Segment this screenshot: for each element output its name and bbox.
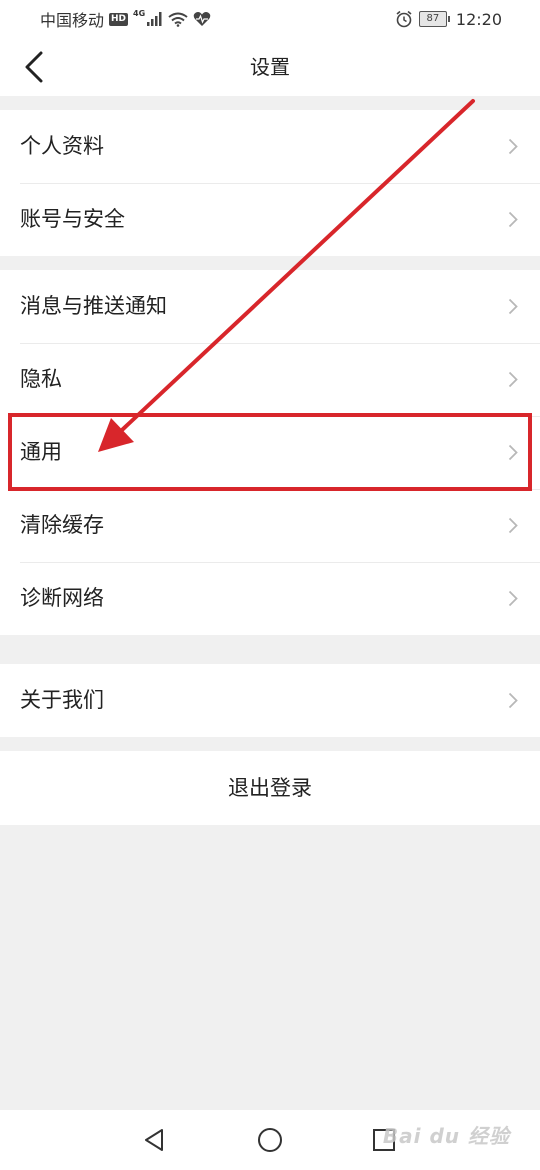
chevron-right-icon <box>508 371 518 388</box>
settings-item-diagnose-network[interactable]: 诊断网络 <box>0 562 540 635</box>
health-heart-icon <box>193 12 211 26</box>
triangle-back-icon <box>145 1129 163 1151</box>
chevron-right-icon <box>508 692 518 709</box>
settings-item-profile[interactable]: 个人资料 <box>0 110 540 183</box>
chevron-right-icon <box>508 298 518 315</box>
hd-badge: HD <box>109 12 129 26</box>
settings-item-label: 消息与推送通知 <box>20 294 167 318</box>
chevron-right-icon <box>508 211 518 228</box>
nav-home-button[interactable] <box>254 1124 286 1156</box>
settings-group-account: 个人资料 账号与安全 <box>0 110 540 256</box>
watermark: Bai du 经验 <box>382 1124 510 1148</box>
network-type: 4G <box>133 8 146 18</box>
page-title: 设置 <box>250 55 290 79</box>
chevron-right-icon <box>508 590 518 607</box>
settings-group-about: 关于我们 <box>0 664 540 737</box>
settings-item-notifications[interactable]: 消息与推送通知 <box>0 270 540 343</box>
status-left: 中国移动 HD 4G <box>40 8 211 30</box>
logout-button[interactable]: 退出登录 <box>0 751 540 825</box>
settings-item-account-security[interactable]: 账号与安全 <box>0 183 540 256</box>
circle-home-icon <box>258 1128 282 1152</box>
settings-item-label: 隐私 <box>20 367 62 391</box>
system-nav-bar: Bai du 经验 <box>0 1110 540 1170</box>
settings-item-label: 通用 <box>20 440 62 464</box>
battery-level: 87 <box>418 11 447 27</box>
battery-icon: 87 <box>418 11 450 27</box>
settings-item-label: 账号与安全 <box>20 207 125 231</box>
settings-group-general: 消息与推送通知 隐私 通用 清除缓存 诊断网络 <box>0 270 540 635</box>
status-right: 87 12:20 <box>395 8 502 30</box>
settings-item-privacy[interactable]: 隐私 <box>0 343 540 416</box>
settings-item-label: 关于我们 <box>20 688 104 712</box>
settings-item-label: 个人资料 <box>20 134 104 158</box>
settings-item-label: 清除缓存 <box>20 513 104 537</box>
alarm-clock-icon <box>396 10 412 28</box>
settings-item-about-us[interactable]: 关于我们 <box>0 664 540 737</box>
nav-back-button[interactable] <box>138 1124 170 1156</box>
status-bar: 中国移动 HD 4G 87 12:20 <box>0 0 540 38</box>
wifi-icon <box>168 12 188 27</box>
square-recents-icon <box>373 1129 395 1151</box>
signal-icon <box>147 12 162 26</box>
chevron-right-icon <box>508 517 518 534</box>
settings-item-general[interactable]: 通用 <box>0 416 540 489</box>
chevron-right-icon <box>508 444 518 461</box>
settings-item-label: 诊断网络 <box>20 586 104 610</box>
chevron-right-icon <box>508 138 518 155</box>
title-bar: 设置 <box>0 38 540 96</box>
logout-group: 退出登录 <box>0 751 540 825</box>
settings-item-clear-cache[interactable]: 清除缓存 <box>0 489 540 562</box>
nav-recents-button[interactable] <box>368 1124 400 1156</box>
clock-time: 12:20 <box>455 9 502 29</box>
carrier-name: 中国移动 <box>40 11 105 30</box>
